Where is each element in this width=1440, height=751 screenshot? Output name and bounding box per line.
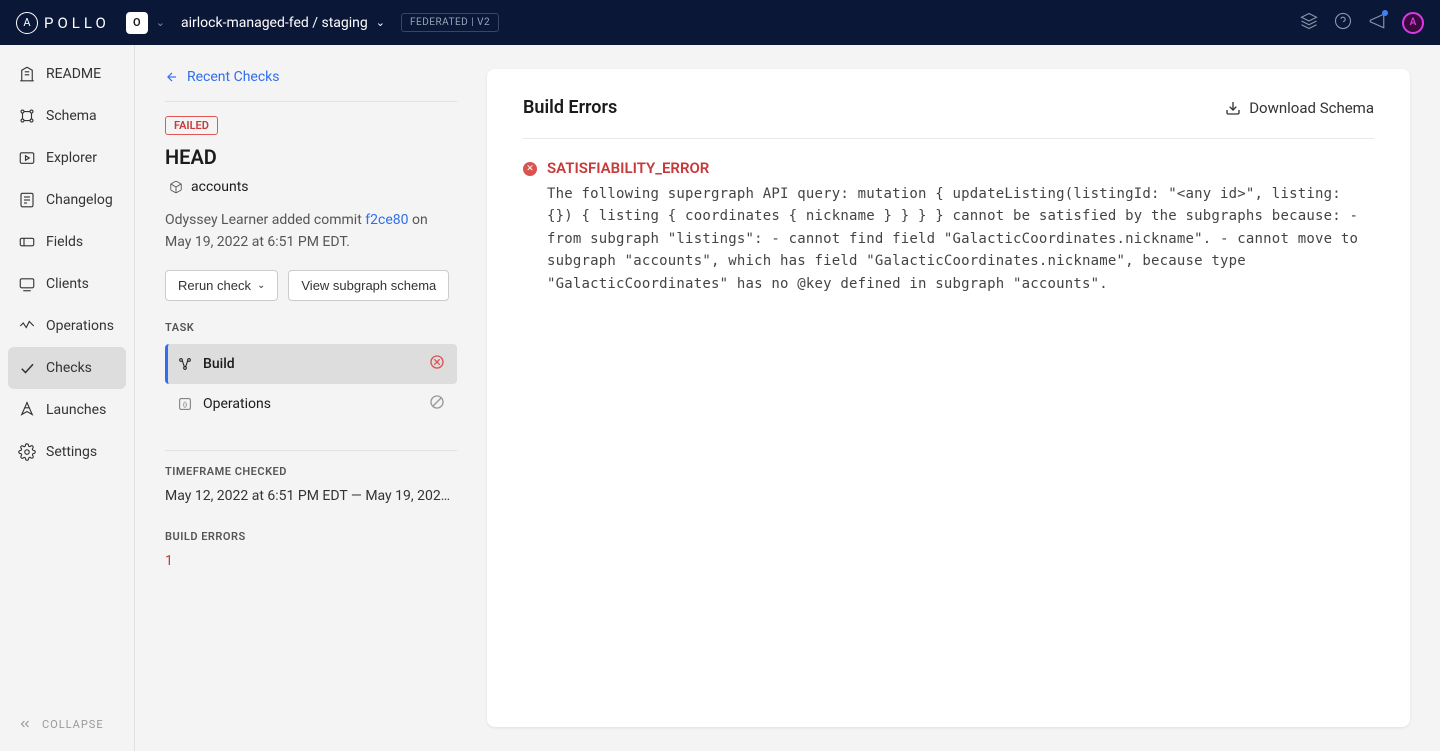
- readme-icon: [18, 65, 36, 83]
- sidebar-item-label: Changelog: [46, 192, 113, 208]
- commit-prefix: Odyssey Learner added commit: [165, 212, 365, 228]
- divider: [523, 138, 1374, 139]
- commit-hash-link[interactable]: f2ce80: [365, 212, 408, 228]
- sidebar-item-label: Explorer: [46, 150, 97, 166]
- sidebar-item-operations[interactable]: Operations: [8, 305, 126, 347]
- sidebar-item-checks[interactable]: Checks: [8, 347, 126, 389]
- sidebar-item-readme[interactable]: README: [8, 53, 126, 95]
- check-title: HEAD: [165, 145, 457, 169]
- subgraph-line: accounts: [169, 179, 457, 195]
- launches-icon: [18, 401, 36, 419]
- sidebar-item-changelog[interactable]: Changelog: [8, 179, 126, 221]
- view-schema-label: View subgraph schema: [301, 278, 436, 293]
- chevron-down-icon: ⌄: [376, 16, 385, 29]
- org-badge: O: [126, 12, 148, 34]
- sidebar-item-label: Launches: [46, 402, 106, 418]
- download-icon: [1225, 100, 1241, 116]
- cube-icon: [169, 180, 183, 194]
- back-link[interactable]: Recent Checks: [165, 69, 279, 85]
- status-badge: FAILED: [165, 116, 218, 135]
- logo-text: POLLO: [44, 14, 110, 32]
- layers-icon[interactable]: [1300, 12, 1318, 34]
- check-detail-panel: Recent Checks FAILED HEAD accounts Odyss…: [165, 69, 457, 727]
- collapse-label: COLLAPSE: [42, 718, 104, 731]
- chevron-down-icon: ⌄: [156, 16, 165, 29]
- sidebar-item-settings[interactable]: Settings: [8, 431, 126, 473]
- sidebar-item-launches[interactable]: Launches: [8, 389, 126, 431]
- fields-icon: [18, 233, 36, 251]
- task-status-fail-icon: [429, 354, 445, 374]
- error-type: SATISFIABILITY_ERROR: [547, 159, 1374, 177]
- task-section-label: TASK: [165, 321, 457, 334]
- header-right: A: [1300, 12, 1424, 34]
- operations-task-icon: {}: [177, 396, 193, 412]
- federation-badge: FEDERATED | V2: [401, 13, 499, 32]
- sidebar-item-label: Fields: [46, 234, 83, 250]
- schema-icon: [18, 107, 36, 125]
- clients-icon: [18, 275, 36, 293]
- task-build[interactable]: Build: [165, 344, 457, 384]
- logo[interactable]: A POLLO: [16, 12, 110, 34]
- collapse-icon: [18, 717, 32, 731]
- chevron-down-icon: ⌄: [257, 280, 265, 291]
- logo-icon: A: [16, 12, 38, 34]
- build-errors-panel: Build Errors Download Schema ✕ SATISFIAB…: [487, 69, 1410, 727]
- timeframe-text: May 12, 2022 at 6:51 PM EDT — May 19, 20…: [165, 488, 457, 504]
- operations-icon: [18, 317, 36, 335]
- sidebar-item-explorer[interactable]: Explorer: [8, 137, 126, 179]
- top-header: A POLLO O ⌄ airlock-managed-fed / stagin…: [0, 0, 1440, 45]
- sidebar-item-label: Clients: [46, 276, 89, 292]
- sidebar-item-clients[interactable]: Clients: [8, 263, 126, 305]
- gear-icon: [18, 443, 36, 461]
- view-subgraph-schema-button[interactable]: View subgraph schema: [288, 270, 449, 301]
- help-icon[interactable]: [1334, 12, 1352, 34]
- changelog-icon: [18, 191, 36, 209]
- announcements-icon[interactable]: [1368, 12, 1386, 34]
- sidebar-item-fields[interactable]: Fields: [8, 221, 126, 263]
- subgraph-name: accounts: [191, 179, 249, 195]
- explorer-icon: [18, 149, 36, 167]
- sidebar-item-label: Checks: [46, 360, 92, 376]
- error-message: The following supergraph API query: muta…: [547, 183, 1374, 295]
- avatar[interactable]: A: [1402, 12, 1424, 34]
- sidebar-item-label: Schema: [46, 108, 97, 124]
- sidebar: README Schema Explorer Changelog Fields …: [0, 45, 135, 751]
- task-label: Operations: [203, 396, 271, 412]
- build-errors-count: 1: [165, 553, 457, 569]
- build-errors-label: BUILD ERRORS: [165, 530, 457, 543]
- collapse-sidebar[interactable]: COLLAPSE: [8, 705, 126, 743]
- sidebar-item-label: Settings: [46, 444, 97, 460]
- error-item: ✕ SATISFIABILITY_ERROR The following sup…: [523, 159, 1374, 295]
- sidebar-item-label: README: [46, 66, 101, 82]
- rerun-check-button[interactable]: Rerun check ⌄: [165, 270, 278, 301]
- checks-icon: [18, 359, 36, 377]
- org-selector[interactable]: O ⌄: [126, 12, 165, 34]
- rerun-check-label: Rerun check: [178, 278, 251, 293]
- notification-dot: [1382, 10, 1388, 16]
- task-label: Build: [203, 356, 235, 372]
- download-schema-button[interactable]: Download Schema: [1225, 99, 1374, 117]
- sidebar-item-schema[interactable]: Schema: [8, 95, 126, 137]
- arrow-left-icon: [165, 70, 179, 84]
- download-label: Download Schema: [1249, 99, 1374, 117]
- task-status-skip-icon: [429, 394, 445, 414]
- divider: [165, 450, 457, 451]
- graph-selector[interactable]: airlock-managed-fed / staging ⌄: [181, 15, 385, 31]
- build-icon: [177, 356, 193, 372]
- divider: [165, 101, 457, 102]
- error-icon: ✕: [523, 162, 537, 176]
- timeframe-label: TIMEFRAME CHECKED: [165, 465, 457, 478]
- task-operations[interactable]: {} Operations: [165, 384, 457, 424]
- commit-description: Odyssey Learner added commit f2ce80 on M…: [165, 209, 457, 254]
- back-link-text: Recent Checks: [187, 69, 279, 85]
- sidebar-item-label: Operations: [46, 318, 114, 334]
- panel-title: Build Errors: [523, 97, 617, 118]
- svg-text:{}: {}: [183, 399, 188, 408]
- graph-name-text: airlock-managed-fed / staging: [181, 15, 368, 31]
